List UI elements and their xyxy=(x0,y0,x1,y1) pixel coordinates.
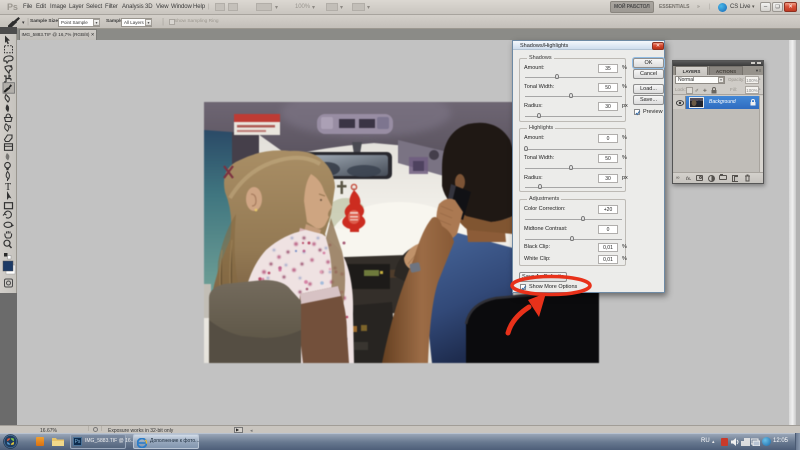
svg-text:T: T xyxy=(5,182,11,193)
